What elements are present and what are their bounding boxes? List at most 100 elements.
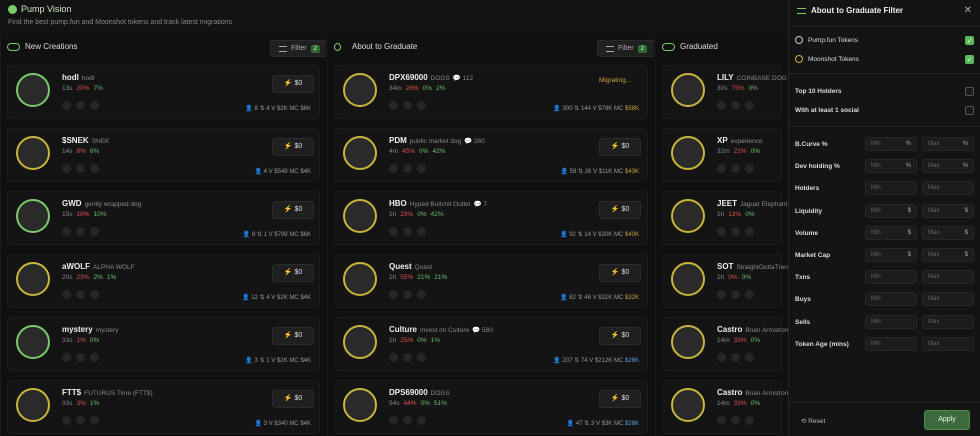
telegram-icon[interactable]	[417, 101, 426, 110]
top10-holders-row[interactable]: Top 10 Holders	[795, 84, 974, 98]
filter-min-input[interactable]: Min%	[865, 137, 917, 151]
link-icon[interactable]	[717, 101, 726, 110]
token-card[interactable]: $SNEK SNEK 14s 8% 6% ⚡ $0 👤 4 V $549 MC $4K	[7, 128, 320, 182]
filter-max-input[interactable]: Max	[922, 314, 974, 329]
token-card[interactable]: SOTStraightOuttaTrench1h0%0%	[662, 254, 788, 308]
filter-max-input[interactable]: Max $	[922, 248, 974, 262]
pumpfun-checkbox[interactable]: ✓	[965, 36, 974, 45]
filter-min-input[interactable]: Min%	[865, 159, 917, 174]
token-avatar[interactable]	[671, 136, 705, 170]
quick-buy-button[interactable]: ⚡ $0	[272, 327, 314, 345]
social-checkbox[interactable]	[965, 106, 974, 115]
token-card[interactable]: FTT$ FUTURUS Time (FTT$) 33s 3% 1% ⚡ $0 👤 3 V …	[7, 380, 320, 434]
twitter-icon[interactable]	[731, 101, 740, 110]
token-card[interactable]: DPX69000 DOGS 💬 112 34m 28% 0% 2% Migrating... 👤…	[334, 65, 648, 119]
telegram-icon[interactable]	[90, 101, 99, 110]
link-icon[interactable]	[62, 416, 71, 425]
link-icon[interactable]	[717, 353, 726, 362]
token-card[interactable]: LILY COINBASE DOG 30s 75% 0%	[662, 65, 787, 119]
quick-buy-button[interactable]: ⚡ $0	[272, 390, 314, 408]
token-card[interactable]: HBO Hyped Bullshit Outlet 💬 7 1h 29% 0% 42% ⚡ $…	[334, 191, 648, 245]
telegram-icon[interactable]	[745, 416, 754, 425]
token-avatar[interactable]	[671, 199, 705, 233]
filter-min-input[interactable]: Min $	[865, 203, 917, 218]
link-icon[interactable]	[62, 101, 71, 110]
telegram-icon[interactable]	[90, 164, 99, 173]
telegram-icon[interactable]	[745, 164, 754, 173]
link-icon[interactable]	[717, 164, 726, 173]
quick-buy-button[interactable]: ⚡ $0	[599, 390, 641, 408]
telegram-icon[interactable]	[90, 290, 99, 299]
link-icon[interactable]	[717, 290, 726, 299]
twitter-icon[interactable]	[76, 164, 85, 173]
telegram-icon[interactable]	[417, 353, 426, 362]
filter-max-input[interactable]: Max	[922, 292, 974, 307]
link-icon[interactable]	[389, 290, 398, 299]
token-avatar[interactable]	[16, 262, 50, 296]
link-icon[interactable]	[717, 227, 726, 236]
telegram-icon[interactable]	[745, 290, 754, 299]
token-card[interactable]: PDM public market dog 💬 260 4m 45% 0% 42% ⚡ $0 👤…	[334, 128, 648, 182]
filter-min-input[interactable]: Min $	[865, 225, 917, 240]
token-card[interactable]: GWD gently wrapped dog 15s 18% 10% ⚡ $0 👤 8 ⇅ …	[7, 191, 320, 245]
filter-max-input[interactable]: Max	[922, 270, 974, 285]
telegram-icon[interactable]	[90, 353, 99, 362]
token-card[interactable]: JEETJaguar Elephant Ea 1h13%0%	[662, 191, 788, 245]
token-avatar[interactable]	[16, 325, 50, 359]
quick-buy-button[interactable]: ⚡ $0	[599, 138, 641, 156]
token-avatar[interactable]	[16, 388, 50, 422]
twitter-icon[interactable]	[731, 227, 740, 236]
token-card[interactable]: Culture Invest on Culture 💬 560 1h 25% 0% 1% ⚡ …	[334, 317, 648, 371]
token-avatar[interactable]	[16, 136, 50, 170]
token-avatar[interactable]	[671, 73, 705, 107]
close-icon[interactable]: ✕	[964, 5, 972, 16]
link-icon[interactable]	[717, 416, 726, 425]
telegram-icon[interactable]	[90, 227, 99, 236]
token-avatar[interactable]	[671, 325, 705, 359]
token-card[interactable]: DPS69000 DOGS 54s 44% 0% 51% ⚡ $0 👤 47 ⇅ 3 V $3…	[334, 380, 648, 434]
link-icon[interactable]	[389, 101, 398, 110]
quick-buy-button[interactable]: ⚡ $0	[272, 264, 314, 282]
quick-buy-button[interactable]: ⚡ $0	[272, 201, 314, 219]
token-avatar[interactable]	[343, 262, 377, 296]
token-card[interactable]: mystery mystery 33s 1% 0% ⚡ $0 👤 3 ⇅ 1 V $2K M…	[7, 317, 320, 371]
token-avatar[interactable]	[343, 199, 377, 233]
token-avatar[interactable]	[343, 136, 377, 170]
token-card[interactable]: XP experience 32m 21% 0%	[662, 128, 782, 182]
telegram-icon[interactable]	[90, 416, 99, 425]
twitter-icon[interactable]	[76, 101, 85, 110]
twitter-icon[interactable]	[403, 227, 412, 236]
filter-max-input[interactable]: Max%	[922, 137, 974, 151]
token-avatar[interactable]	[16, 73, 50, 107]
link-icon[interactable]	[389, 416, 398, 425]
quick-buy-button[interactable]: ⚡ $0	[599, 264, 641, 282]
link-icon[interactable]	[62, 227, 71, 236]
twitter-icon[interactable]	[403, 353, 412, 362]
quick-buy-button[interactable]: ⚡ $0	[599, 327, 641, 345]
reset-button[interactable]: ⟲ Reset	[801, 417, 825, 425]
link-icon[interactable]	[389, 164, 398, 173]
twitter-icon[interactable]	[731, 416, 740, 425]
twitter-icon[interactable]	[76, 416, 85, 425]
top10-checkbox[interactable]	[965, 87, 974, 96]
quick-buy-button[interactable]: ⚡ $0	[272, 138, 314, 156]
telegram-icon[interactable]	[417, 290, 426, 299]
link-icon[interactable]	[389, 227, 398, 236]
link-icon[interactable]	[62, 353, 71, 362]
filter-max-input[interactable]: Max $	[922, 203, 974, 218]
link-icon[interactable]	[62, 290, 71, 299]
telegram-icon[interactable]	[745, 227, 754, 236]
token-avatar[interactable]	[16, 199, 50, 233]
moonshot-checkbox[interactable]: ✓	[965, 55, 974, 64]
token-avatar[interactable]	[671, 388, 705, 422]
social-row[interactable]: With at least 1 social	[795, 103, 974, 117]
telegram-icon[interactable]	[745, 101, 754, 110]
filter-min-input[interactable]: Min	[865, 270, 917, 285]
filter-min-input[interactable]: Min $	[865, 248, 917, 262]
filter-min-input[interactable]: Min	[865, 314, 917, 329]
twitter-icon[interactable]	[731, 290, 740, 299]
pumpfun-tokens-row[interactable]: Pump.fun Tokens ✓	[795, 33, 974, 47]
token-avatar[interactable]	[671, 262, 705, 296]
twitter-icon[interactable]	[403, 164, 412, 173]
token-card[interactable]: Castro Brian Armstrong 14m 33% 0%	[662, 317, 788, 371]
